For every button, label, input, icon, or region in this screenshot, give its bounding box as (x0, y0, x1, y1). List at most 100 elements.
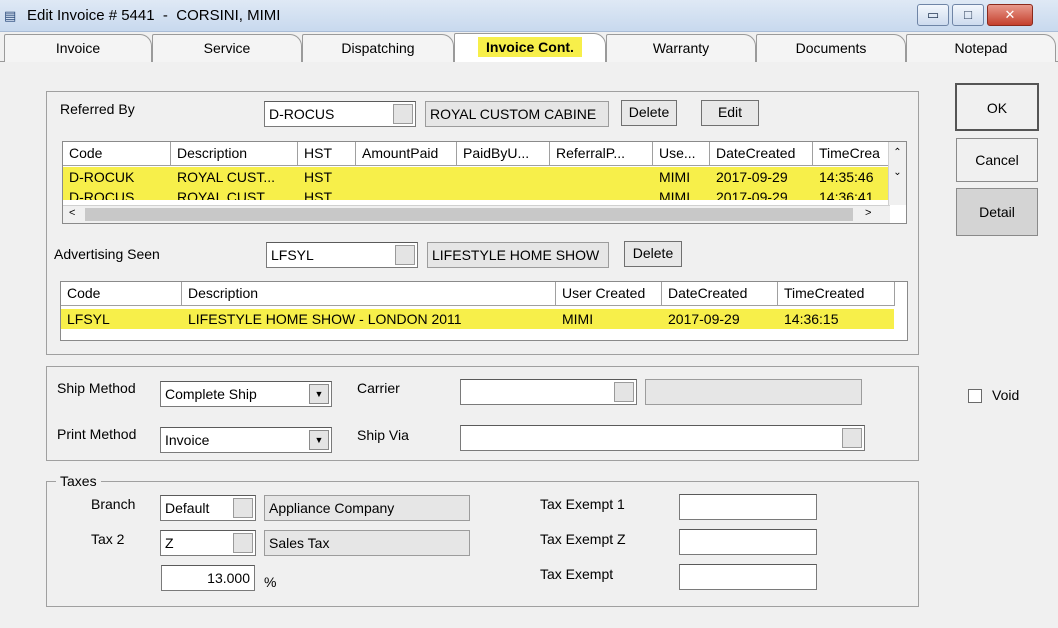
void-label: Void (992, 387, 1020, 403)
ship-method-label: Ship Method (57, 380, 136, 396)
cancel-button[interactable]: Cancel (956, 138, 1038, 182)
branch-lookup-icon[interactable] (233, 498, 253, 518)
branch-description: Appliance Company (264, 495, 470, 521)
chevron-down-icon[interactable]: ▼ (309, 384, 329, 404)
ship-via-label: Ship Via (357, 427, 409, 443)
ship-via-lookup-icon[interactable] (842, 428, 862, 448)
cell-description: LIFESTYLE HOME SHOW - LONDON 2011 (188, 311, 462, 327)
tax2-code-input[interactable]: Z (160, 530, 256, 556)
carrier-lookup-icon[interactable] (614, 382, 634, 402)
col-header-description[interactable]: Description (182, 282, 556, 306)
col-header-hst[interactable]: HST (298, 142, 356, 166)
col-header-time-created[interactable]: TimeCreated (778, 282, 895, 306)
cell-date: 2017-09-29 (716, 169, 788, 185)
tax2-label: Tax 2 (91, 531, 125, 547)
advertising-label: Advertising Seen (54, 246, 160, 262)
scroll-thumb[interactable] (85, 208, 853, 221)
title-bar: ▤ Edit Invoice # 5441 - CORSINI, MIMI ▭ … (0, 0, 1058, 32)
col-header-date-created[interactable]: DateCreated (710, 142, 813, 166)
advertising-lookup-icon[interactable] (395, 245, 415, 265)
cell-user: MIMI (562, 311, 594, 327)
ship-via-input[interactable] (460, 425, 865, 451)
table-row[interactable]: D-ROCUK ROYAL CUST... HST MIMI 2017-09-2… (63, 167, 890, 187)
print-method-select[interactable]: Invoice ▼ (160, 427, 332, 453)
col-header-amount-paid[interactable]: AmountPaid (356, 142, 457, 166)
tab-bar: Invoice Service Dispatching Invoice Cont… (0, 32, 1058, 63)
branch-label: Branch (91, 496, 136, 512)
maximize-button[interactable]: □ (952, 4, 984, 26)
tax2-description: Sales Tax (264, 530, 470, 556)
referred-by-delete-button[interactable]: Delete (621, 100, 677, 126)
cell-code: D-ROCUS (69, 189, 135, 200)
col-header-user-created[interactable]: User Created (556, 282, 662, 306)
col-header-user[interactable]: Use... (653, 142, 710, 166)
cell-time: 14:35:46 (819, 169, 874, 185)
ok-button[interactable]: OK (955, 83, 1039, 131)
advertising-delete-button[interactable]: Delete (624, 241, 682, 267)
tax-exempt-z-input[interactable] (679, 529, 817, 555)
advertising-description: LIFESTYLE HOME SHOW (427, 242, 609, 268)
advertising-code-value: LFSYL (271, 247, 314, 263)
tab-invoice-cont-label: Invoice Cont. (478, 37, 582, 57)
advertising-code-input[interactable]: LFSYL (266, 242, 418, 268)
cell-description: ROYAL CUST... (177, 169, 276, 185)
tax2-lookup-icon[interactable] (233, 533, 253, 553)
tax-exempt-z-label: Tax Exempt Z (540, 531, 626, 547)
tab-warranty[interactable]: Warranty (606, 34, 756, 62)
ship-method-value: Complete Ship (165, 386, 257, 402)
minimize-button[interactable]: ▭ (917, 4, 949, 26)
referred-by-code-input[interactable]: D-ROCUS (264, 101, 416, 127)
col-header-paid-by-user[interactable]: PaidByU... (457, 142, 550, 166)
chevron-left-icon[interactable]: < (69, 207, 75, 219)
referral-vertical-scrollbar[interactable]: ⌃ ⌄ (888, 142, 906, 205)
window-title: Edit Invoice # 5441 - CORSINI, MIMI (27, 7, 281, 24)
tab-notepad[interactable]: Notepad (906, 34, 1056, 62)
chevron-right-icon[interactable]: > (865, 207, 871, 219)
close-button[interactable]: ✕ (987, 4, 1033, 26)
carrier-label: Carrier (357, 380, 400, 396)
referred-by-lookup-icon[interactable] (393, 104, 413, 124)
cell-time: 14:36:41 (819, 189, 874, 200)
tab-invoice[interactable]: Invoice (4, 34, 152, 62)
cell-code: D-ROCUK (69, 169, 135, 185)
referred-by-description: ROYAL CUSTOM CABINE (425, 101, 609, 127)
tax-exempt-input[interactable] (679, 564, 817, 590)
cell-description: ROYAL CUST... (177, 189, 276, 200)
tab-service[interactable]: Service (152, 34, 302, 62)
tab-dispatching[interactable]: Dispatching (302, 34, 454, 62)
cell-user: MIMI (659, 169, 691, 185)
referred-by-code-value: D-ROCUS (269, 106, 335, 122)
carrier-input[interactable] (460, 379, 637, 405)
chevron-up-icon[interactable]: ⌃ (889, 142, 906, 164)
referral-horizontal-scrollbar[interactable]: < > (63, 205, 890, 223)
print-method-label: Print Method (57, 426, 137, 442)
chevron-down-icon[interactable]: ▼ (309, 430, 329, 450)
taxes-legend: Taxes (56, 473, 101, 489)
percent-label: % (264, 574, 277, 590)
table-row[interactable]: LFSYL LIFESTYLE HOME SHOW - LONDON 2011 … (61, 309, 894, 329)
col-header-time-created[interactable]: TimeCrea (813, 142, 890, 166)
cell-hst: HST (304, 189, 332, 200)
cell-time: 14:36:15 (784, 311, 839, 327)
tab-invoice-cont[interactable]: Invoice Cont. (454, 33, 606, 63)
table-row[interactable]: D-ROCUS ROYAL CUST... HST MIMI 2017-09-2… (63, 187, 890, 200)
cell-code: LFSYL (67, 311, 110, 327)
cell-date: 2017-09-29 (716, 189, 788, 200)
chevron-down-icon[interactable]: ⌄ (889, 164, 906, 186)
cell-date: 2017-09-29 (668, 311, 740, 327)
branch-code-input[interactable]: Default (160, 495, 256, 521)
col-header-date-created[interactable]: DateCreated (662, 282, 778, 306)
col-header-description[interactable]: Description (171, 142, 298, 166)
referred-by-edit-button[interactable]: Edit (701, 100, 759, 126)
tax-exempt-1-input[interactable] (679, 494, 817, 520)
detail-button[interactable]: Detail (956, 188, 1038, 236)
col-header-referral-p[interactable]: ReferralP... (550, 142, 653, 166)
void-checkbox[interactable] (968, 389, 982, 403)
col-header-code[interactable]: Code (61, 282, 182, 306)
ship-method-select[interactable]: Complete Ship ▼ (160, 381, 332, 407)
tab-documents[interactable]: Documents (756, 34, 906, 62)
tax-rate-input[interactable]: 13.000 (161, 565, 255, 591)
tax-exempt-1-label: Tax Exempt 1 (540, 496, 625, 512)
print-method-value: Invoice (165, 432, 210, 448)
col-header-code[interactable]: Code (63, 142, 171, 166)
